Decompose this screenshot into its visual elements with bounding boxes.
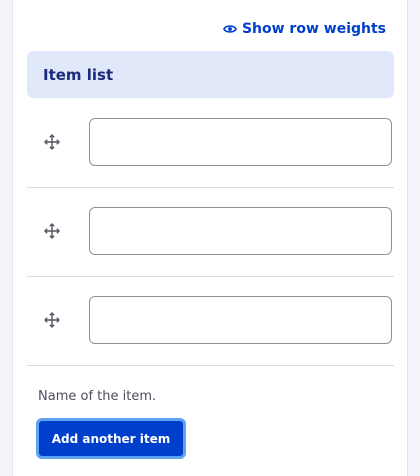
- table-row: [27, 277, 394, 366]
- item-name-input[interactable]: [89, 118, 392, 166]
- row-divider: [27, 365, 394, 366]
- item-name-input[interactable]: [89, 207, 392, 255]
- move-icon[interactable]: [43, 222, 61, 240]
- multi-value-field-panel: Show row weights Item list Name of the i…: [12, 0, 408, 476]
- add-another-item-label: Add another item: [51, 431, 171, 446]
- table-row: [27, 99, 394, 188]
- item-name-input[interactable]: [89, 296, 392, 344]
- move-icon[interactable]: [43, 133, 61, 151]
- move-icon[interactable]: [43, 311, 61, 329]
- table-header-label: Item list: [43, 65, 114, 84]
- eye-icon: [222, 22, 237, 36]
- show-row-weights-link[interactable]: Show row weights: [222, 21, 386, 37]
- show-row-weights-label: Show row weights: [241, 21, 386, 37]
- table-row: [27, 188, 394, 277]
- table-header: Item list: [27, 51, 394, 98]
- add-another-item-button[interactable]: Add another item: [36, 418, 186, 459]
- field-description: Name of the item.: [38, 389, 157, 404]
